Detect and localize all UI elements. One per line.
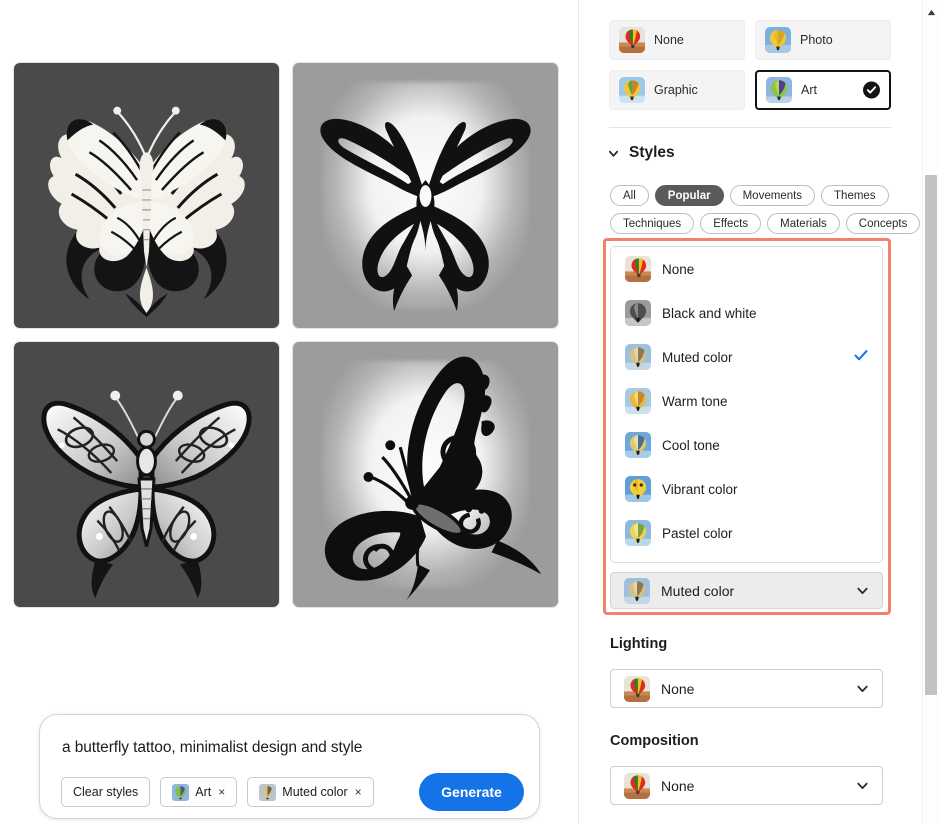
style-filter-effects[interactable]: Effects — [700, 213, 762, 234]
content-type-art[interactable]: Art — [755, 70, 891, 110]
styles-dropdown-list: None Black and white Muted color Warm to… — [610, 246, 883, 563]
balloon-photo-thumbnail — [765, 27, 791, 53]
style-option-pastel-color-label: Pastel color — [662, 525, 733, 541]
composition-select-value: None — [661, 777, 695, 794]
style-filter-materials[interactable]: Materials — [767, 213, 840, 234]
style-option-pastel-color[interactable]: Pastel color — [611, 511, 882, 555]
style-option-black-and-white[interactable]: Black and white — [611, 291, 882, 335]
balloon-cool-tone-thumbnail — [625, 432, 651, 458]
balloon-art-thumbnail — [172, 783, 190, 801]
scrollbar-track[interactable] — [923, 20, 939, 824]
result-image-4[interactable] — [292, 341, 559, 608]
style-filter-row-1: All Popular Movements Themes — [610, 185, 889, 206]
balloon-muted-color-thumbnail — [624, 577, 650, 604]
style-option-warm-tone[interactable]: Warm tone — [611, 379, 882, 423]
lighting-select[interactable]: None — [610, 669, 883, 708]
selected-check-icon — [863, 81, 880, 99]
chevron-down-icon — [607, 147, 620, 160]
style-select-trigger[interactable]: Muted color — [610, 572, 883, 609]
butterfly-tattoo-3-art — [41, 390, 252, 599]
butterfly-tattoo-2-art — [320, 118, 531, 312]
composition-select[interactable]: None — [610, 766, 883, 805]
scrollbar-thumb[interactable] — [925, 175, 937, 695]
balloon-art-thumbnail — [766, 77, 792, 103]
scroll-up-arrow-icon[interactable] — [923, 4, 939, 20]
style-select-value: Muted color — [661, 582, 735, 599]
result-image-1[interactable] — [13, 62, 280, 329]
content-type-photo-label: Photo — [800, 33, 833, 47]
content-type-none-label: None — [654, 33, 684, 47]
balloon-desert-thumbnail — [619, 27, 645, 53]
result-image-3[interactable] — [13, 341, 280, 608]
composition-section-label: Composition — [610, 733, 699, 749]
balloon-vibrant-color-thumbnail — [625, 476, 651, 502]
styles-section-title: Styles — [629, 144, 675, 161]
balloon-muted-color-thumbnail — [259, 783, 277, 801]
style-option-vibrant-color[interactable]: Vibrant color — [611, 467, 882, 511]
style-filter-concepts[interactable]: Concepts — [845, 213, 921, 234]
balloon-desert-thumbnail — [625, 256, 651, 282]
balloon-desert-thumbnail — [624, 675, 650, 702]
chevron-down-icon — [855, 583, 870, 598]
panel-divider — [609, 127, 891, 128]
panel-scrollbar[interactable] — [922, 0, 939, 824]
style-selected-check-icon — [854, 350, 868, 365]
style-filter-movements[interactable]: Movements — [729, 185, 816, 206]
chevron-down-icon — [855, 778, 870, 793]
results-area: a butterfly tattoo, minimalist design an… — [0, 0, 578, 824]
style-option-vibrant-color-label: Vibrant color — [662, 481, 738, 497]
style-filter-row-2: Techniques Effects Materials Concepts — [610, 213, 921, 234]
style-option-warm-tone-label: Warm tone — [662, 393, 728, 409]
balloon-pastel-color-thumbnail — [625, 520, 651, 546]
style-filter-techniques[interactable]: Techniques — [610, 213, 695, 234]
style-option-black-and-white-label: Black and white — [662, 305, 757, 321]
content-type-graphic-label: Graphic — [654, 83, 698, 97]
style-tag-art-label: Art — [195, 785, 212, 799]
style-option-muted-color-label: Muted color — [662, 349, 733, 365]
generate-button[interactable]: Generate — [419, 773, 524, 811]
remove-art-tag-icon[interactable]: × — [218, 785, 225, 799]
style-tag-muted-color[interactable]: Muted color × — [247, 777, 374, 807]
chevron-down-icon — [855, 681, 870, 696]
balloon-warm-tone-thumbnail — [625, 388, 651, 414]
butterfly-tattoo-4-art — [324, 356, 542, 601]
butterfly-tattoo-1-art — [48, 106, 245, 318]
prompt-bar: a butterfly tattoo, minimalist design an… — [39, 714, 540, 819]
prompt-controls: Clear styles Art × Muted color × — [61, 777, 374, 807]
balloon-graphic-thumbnail — [619, 77, 645, 103]
content-type-graphic[interactable]: Graphic — [609, 70, 745, 110]
style-tag-art[interactable]: Art × — [160, 777, 238, 807]
results-grid — [13, 62, 559, 610]
balloon-desert-thumbnail — [624, 772, 650, 799]
result-image-2[interactable] — [292, 62, 559, 329]
style-filter-all[interactable]: All — [610, 185, 649, 206]
clear-styles-button[interactable]: Clear styles — [61, 777, 151, 807]
style-option-none[interactable]: None — [611, 247, 882, 291]
style-option-cool-tone-label: Cool tone — [662, 437, 720, 453]
lighting-select-value: None — [661, 680, 695, 697]
clear-styles-label: Clear styles — [73, 785, 139, 799]
content-type-selector: None Photo Graphic Art — [609, 20, 891, 110]
content-type-none[interactable]: None — [609, 20, 745, 60]
adobe-firefly-generate-screen: a butterfly tattoo, minimalist design an… — [0, 0, 941, 824]
content-type-photo[interactable]: Photo — [755, 20, 891, 60]
balloon-black-and-white-thumbnail — [625, 300, 651, 326]
style-filter-popular[interactable]: Popular — [654, 185, 724, 206]
remove-muted-color-tag-icon[interactable]: × — [355, 785, 362, 799]
style-option-cool-tone[interactable]: Cool tone — [611, 423, 882, 467]
settings-panel: None Photo Graphic Art Styles All Popula… — [578, 0, 941, 824]
style-tag-muted-color-label: Muted color — [282, 785, 348, 799]
styles-section-header[interactable]: Styles — [607, 144, 675, 162]
style-filter-themes[interactable]: Themes — [821, 185, 889, 206]
content-type-art-label: Art — [801, 83, 817, 97]
prompt-input[interactable]: a butterfly tattoo, minimalist design an… — [62, 739, 362, 757]
style-option-none-label: None — [662, 261, 695, 277]
balloon-muted-color-thumbnail — [625, 344, 651, 370]
lighting-section-label: Lighting — [610, 636, 668, 652]
style-option-muted-color[interactable]: Muted color — [611, 335, 882, 379]
